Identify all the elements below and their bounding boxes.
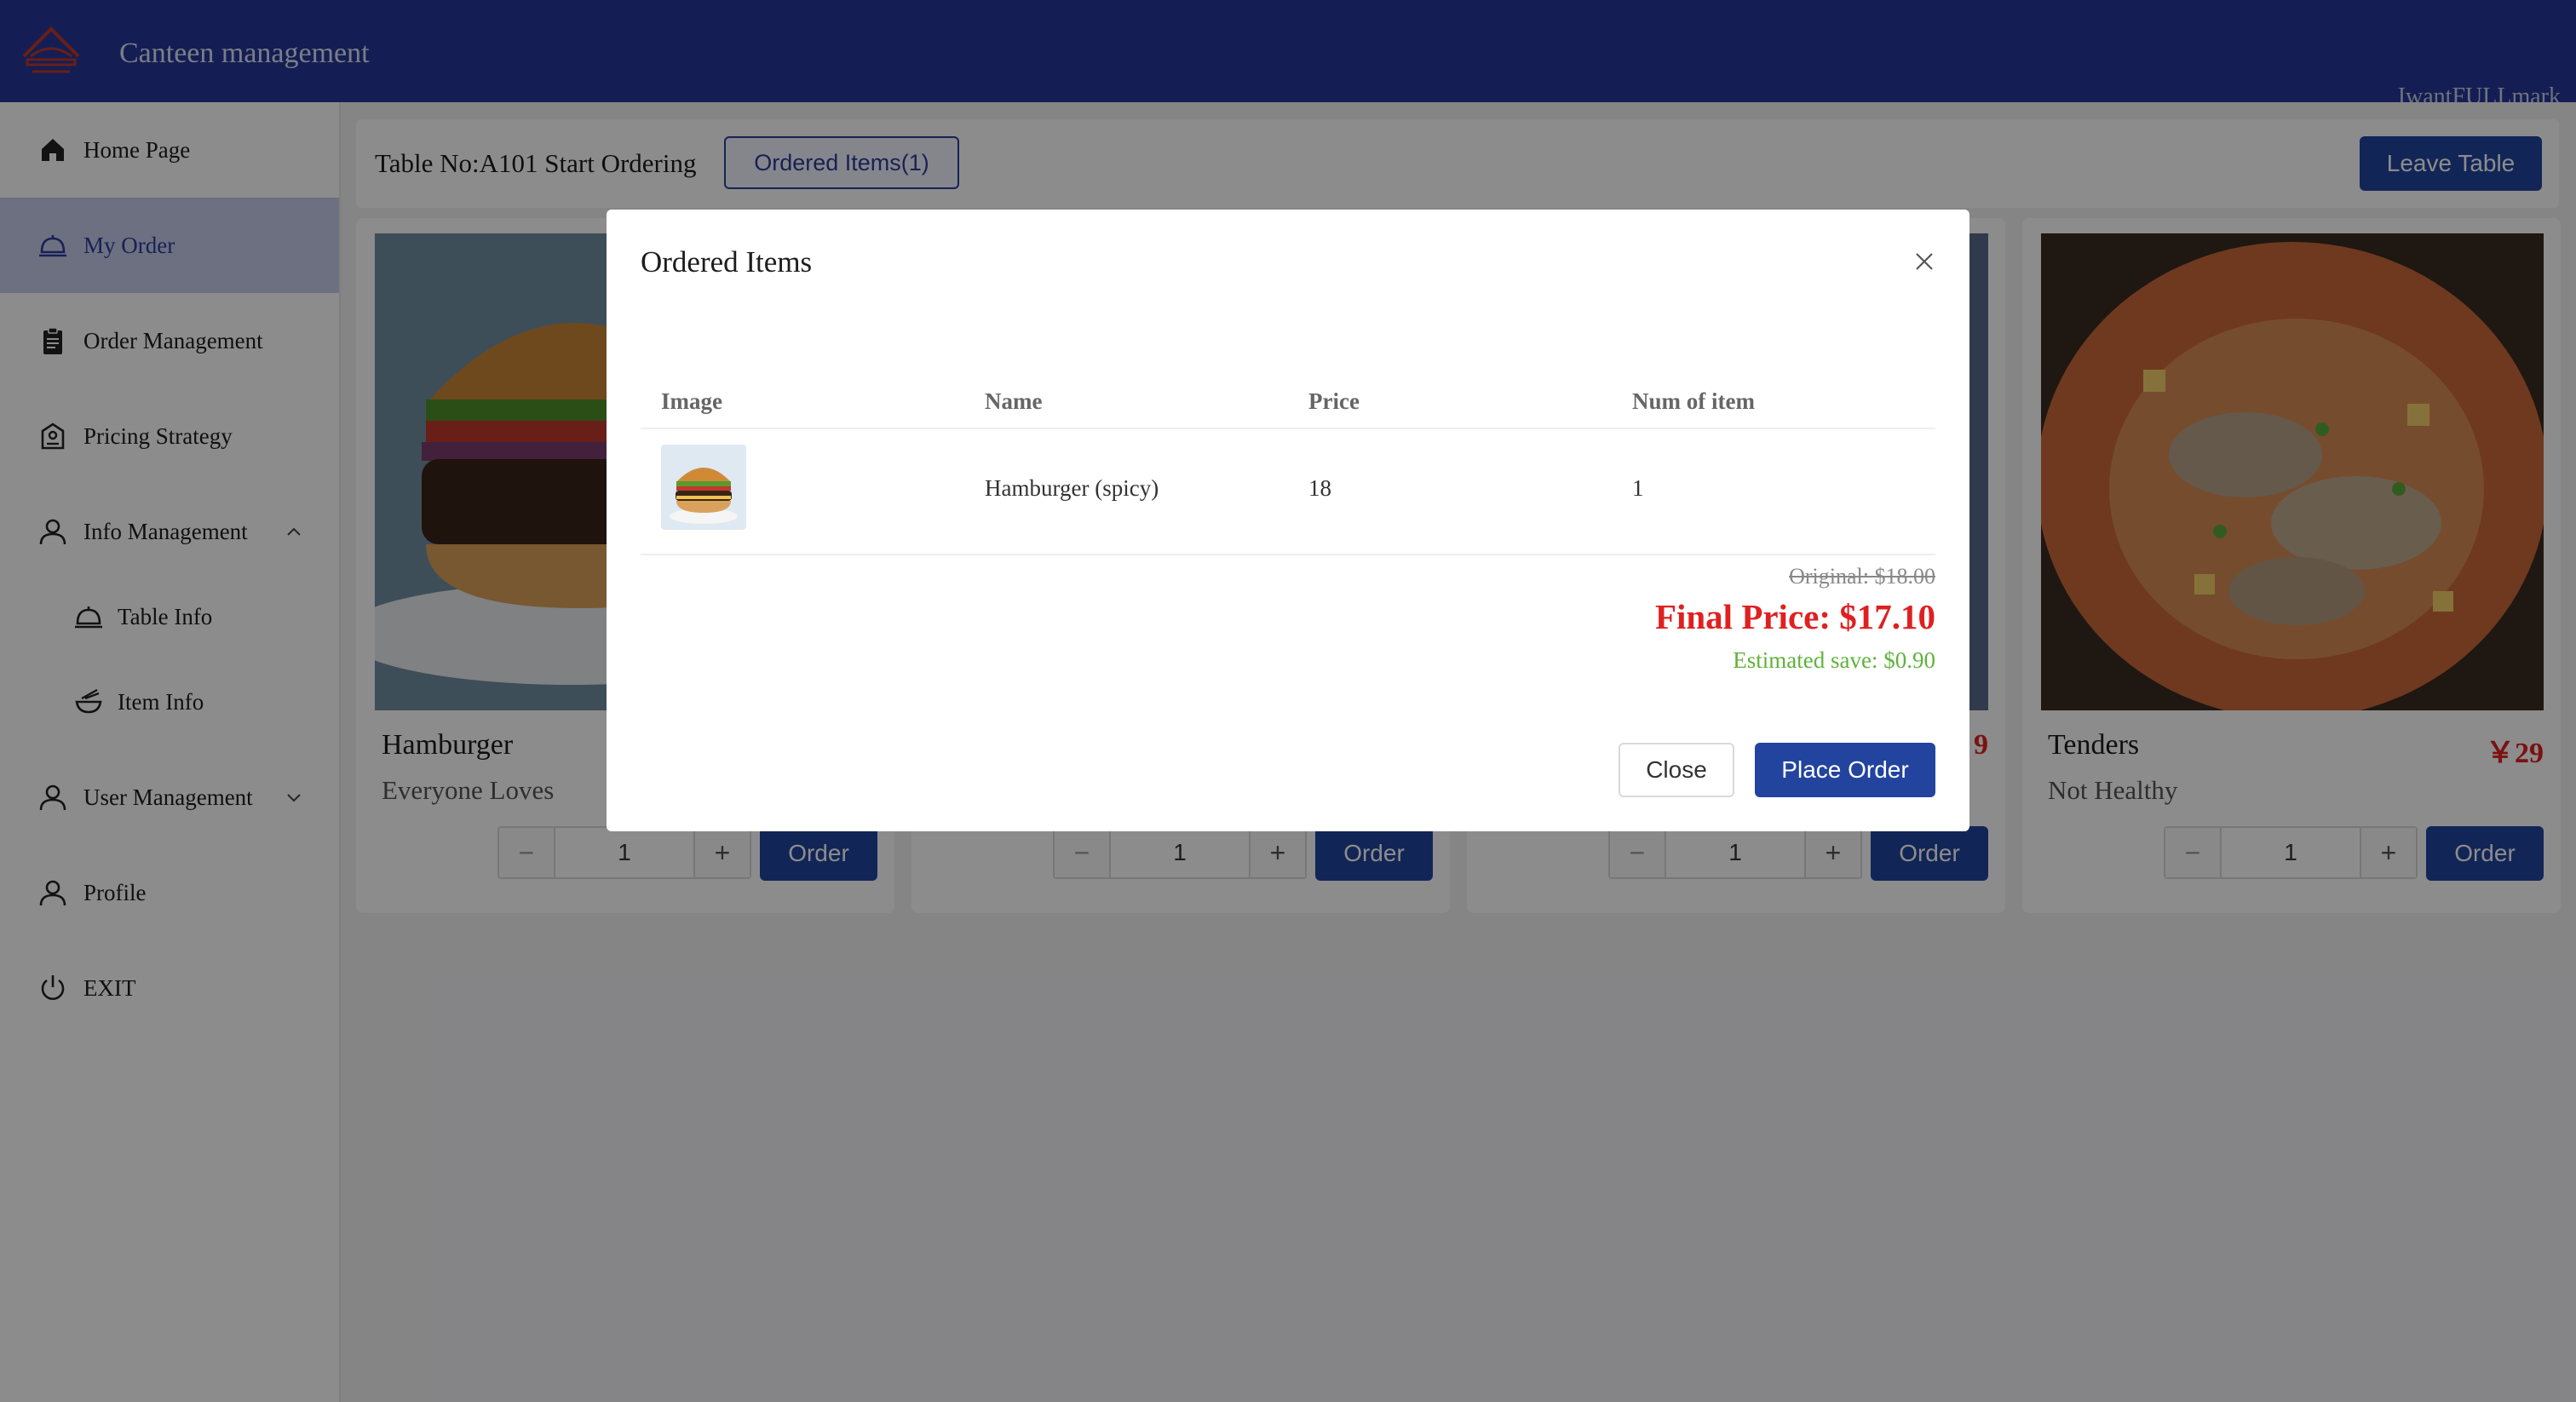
item-count-cell: 1 [1632,475,1644,501]
item-name-cell: Hamburger (spicy) [985,475,1159,501]
column-header: Price [1308,388,1360,414]
column-header: Image [661,388,722,414]
original-price: Original: $18.00 [1789,564,1935,589]
table-row: Hamburger (spicy) 18 1 [641,429,1935,555]
ordered-items-modal: Ordered Items Image Name Price Num of it… [607,210,1969,831]
final-price: Final Price: $17.10 [1654,597,1935,636]
close-button[interactable]: Close [1619,743,1734,797]
close-icon[interactable] [1913,250,1935,273]
column-header: Num of item [1632,388,1755,414]
item-thumbnail [661,445,746,530]
item-price-cell: 18 [1308,475,1331,501]
place-order-button[interactable]: Place Order [1755,743,1935,797]
table-header: Image Name Price Num of item [641,373,1935,429]
estimated-saving: Estimated save: $0.90 [1733,647,1935,673]
column-header: Name [985,388,1043,414]
modal-title: Ordered Items [641,245,813,279]
